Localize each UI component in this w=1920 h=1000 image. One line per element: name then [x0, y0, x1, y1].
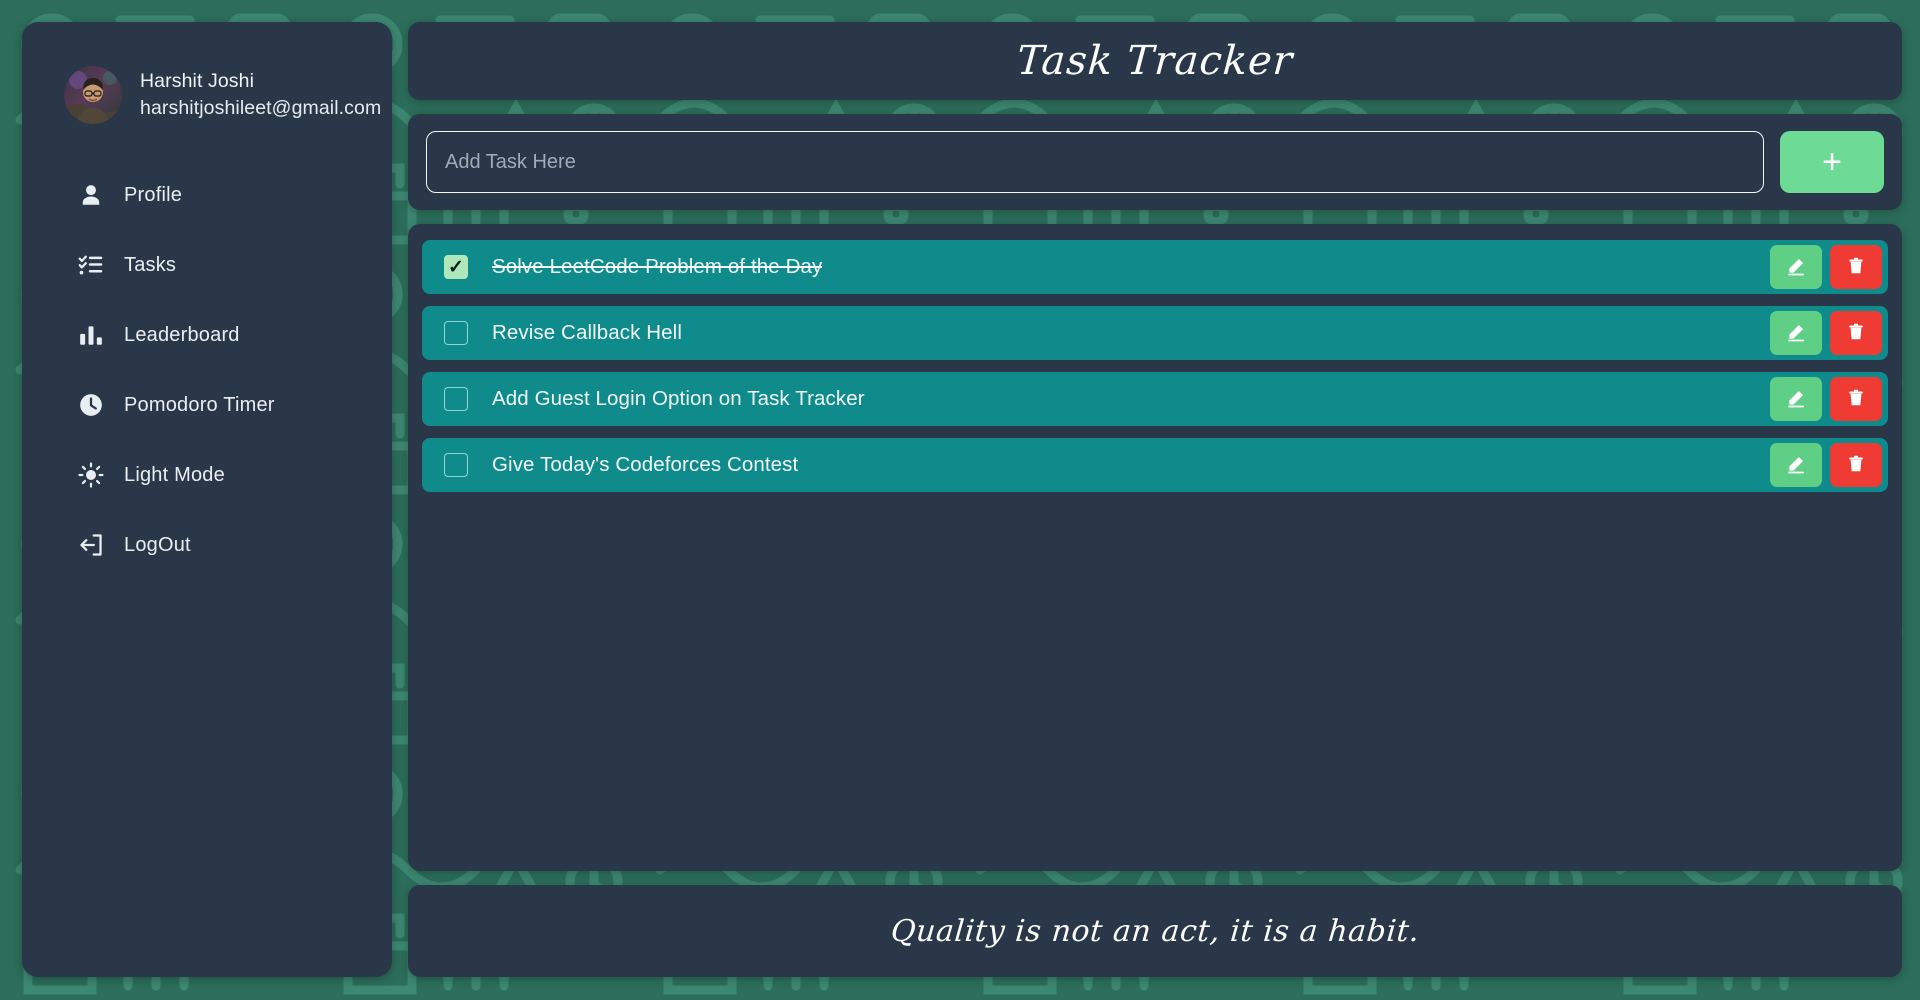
logout-icon: [78, 532, 104, 558]
page-title: Task Tracker: [1015, 38, 1295, 84]
bar-chart-icon: [78, 322, 104, 348]
add-task-bar: +: [408, 114, 1902, 210]
table-row[interactable]: ✓ Revise Callback Hell: [422, 306, 1888, 360]
pencil-icon: [1786, 454, 1806, 477]
pencil-icon: [1786, 256, 1806, 279]
task-actions: [1770, 443, 1882, 487]
app-root: Harshit Joshi harshitjoshileet@gmail.com…: [0, 0, 1920, 1000]
delete-task-button[interactable]: [1830, 245, 1882, 289]
sidebar-item-light-mode[interactable]: Light Mode: [22, 440, 392, 510]
table-row[interactable]: ✓ Add Guest Login Option on Task Tracker: [422, 372, 1888, 426]
task-list: ✓ Solve LeetCode Problem of the Day Revi…: [408, 224, 1902, 871]
edit-task-button[interactable]: [1770, 245, 1822, 289]
sidebar-item-label: Light Mode: [124, 463, 225, 486]
main-content: Task Tracker + ✓ Solve LeetCode Problem …: [408, 22, 1902, 977]
sidebar-item-tasks[interactable]: Tasks: [22, 230, 392, 300]
delete-task-button[interactable]: [1830, 377, 1882, 421]
sidebar-item-label: Pomodoro Timer: [124, 393, 275, 416]
clock-icon: [78, 392, 104, 418]
motivational-quote: Quality is not an act, it is a habit.: [889, 913, 1421, 949]
edit-task-button[interactable]: [1770, 443, 1822, 487]
sidebar-item-label: Profile: [124, 183, 183, 206]
sidebar: Harshit Joshi harshitjoshileet@gmail.com…: [22, 22, 392, 977]
profile-email: harshitjoshileet@gmail.com: [140, 96, 382, 119]
sidebar-item-leaderboard[interactable]: Leaderboard: [22, 300, 392, 370]
table-row[interactable]: ✓ Solve LeetCode Problem of the Day: [422, 240, 1888, 294]
avatar: [64, 66, 122, 124]
pencil-icon: [1786, 322, 1806, 345]
task-actions: [1770, 245, 1882, 289]
task-actions: [1770, 311, 1882, 355]
edit-task-button[interactable]: [1770, 311, 1822, 355]
task-text: Give Today's Codeforces Contest: [492, 453, 799, 476]
trash-icon: [1847, 454, 1865, 477]
task-text: Solve LeetCode Problem of the Day: [492, 255, 823, 278]
task-checkbox[interactable]: ✓: [444, 255, 468, 279]
sidebar-item-pomodoro-timer[interactable]: Pomodoro Timer: [22, 370, 392, 440]
add-task-input[interactable]: [426, 131, 1764, 193]
trash-icon: [1847, 322, 1865, 345]
check-icon: ✓: [448, 256, 464, 278]
task-checkbox[interactable]: ✓: [444, 387, 468, 411]
header-bar: Task Tracker: [408, 22, 1902, 100]
table-row[interactable]: ✓ Give Today's Codeforces Contest: [422, 438, 1888, 492]
sidebar-item-label: Leaderboard: [124, 323, 240, 346]
trash-icon: [1847, 388, 1865, 411]
trash-icon: [1847, 256, 1865, 279]
add-task-button[interactable]: +: [1780, 131, 1884, 193]
delete-task-button[interactable]: [1830, 443, 1882, 487]
sidebar-item-label: Tasks: [124, 253, 177, 276]
checklist-icon: [78, 252, 104, 278]
profile-name: Harshit Joshi: [140, 70, 255, 93]
footer-bar: Quality is not an act, it is a habit.: [408, 885, 1902, 977]
sidebar-profile[interactable]: Harshit Joshi harshitjoshileet@gmail.com: [22, 56, 392, 134]
delete-task-button[interactable]: [1830, 311, 1882, 355]
edit-task-button[interactable]: [1770, 377, 1822, 421]
plus-icon: +: [1822, 143, 1842, 181]
task-checkbox[interactable]: ✓: [444, 321, 468, 345]
sidebar-item-label: LogOut: [124, 533, 191, 556]
task-text: Add Guest Login Option on Task Tracker: [492, 387, 865, 410]
sidebar-item-profile[interactable]: Profile: [22, 160, 392, 230]
profile-text: Harshit Joshi harshitjoshileet@gmail.com: [140, 70, 382, 119]
sidebar-item-logout[interactable]: LogOut: [22, 510, 392, 580]
task-actions: [1770, 377, 1882, 421]
sun-icon: [78, 462, 104, 488]
pencil-icon: [1786, 388, 1806, 411]
task-checkbox[interactable]: ✓: [444, 453, 468, 477]
user-icon: [78, 182, 104, 208]
task-text: Revise Callback Hell: [492, 321, 682, 344]
sidebar-nav: Profile Tasks Leaderboard Pomodoro Timer…: [22, 160, 392, 580]
